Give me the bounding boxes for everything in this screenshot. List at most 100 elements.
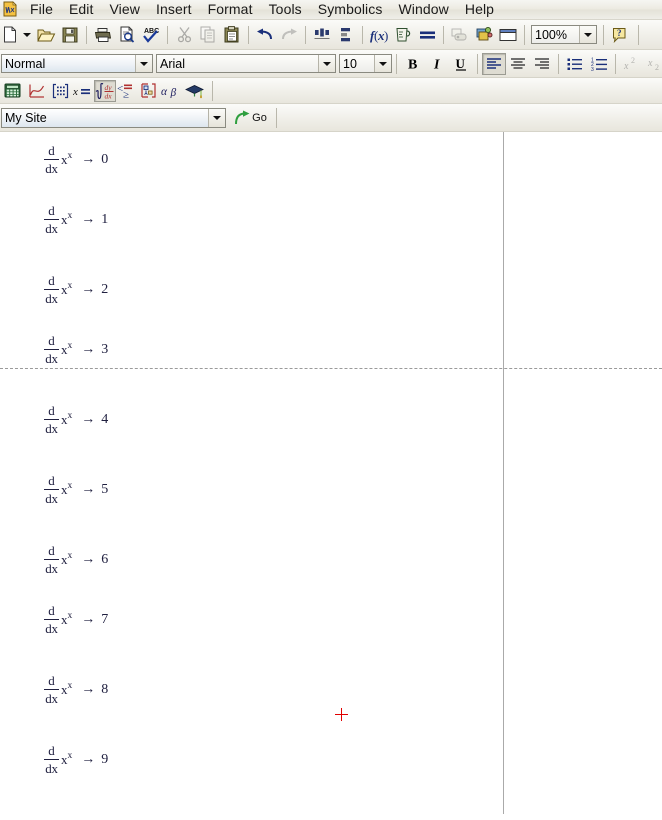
graph-toolbar-button[interactable]	[24, 80, 48, 102]
numbered-list-icon: 1 2 3	[591, 57, 607, 71]
chevron-down-icon[interactable]	[208, 108, 225, 127]
math-region[interactable]: d dx xx → 9	[44, 744, 108, 775]
insert-function-button[interactable]: f ( x )	[367, 24, 391, 46]
redo-button[interactable]	[277, 24, 301, 46]
fraction-bar	[44, 289, 59, 290]
derivative-operator: d dx	[44, 334, 59, 365]
menu-format[interactable]: Format	[200, 0, 261, 19]
power-base: x	[61, 281, 68, 297]
toolbar-separator	[212, 80, 213, 101]
menu-symbolics[interactable]: Symbolics	[310, 0, 391, 19]
power-expression: xx	[61, 411, 72, 428]
insert-unit-button[interactable]	[391, 24, 415, 46]
menu-view[interactable]: View	[102, 0, 149, 19]
worksheet[interactable]: d dx xx → 0 d dx xx → 1 d dx xx → 2 d dx xx → 3 d dx xx → 4 d dx xx…	[0, 132, 662, 814]
menu-insert[interactable]: Insert	[148, 0, 200, 19]
menu-tools[interactable]: Tools	[261, 0, 310, 19]
calculus-toolbar-button[interactable]: dy dx	[94, 79, 116, 102]
site-address-combo[interactable]: My Site	[1, 107, 226, 128]
print-preview-button[interactable]	[115, 24, 139, 46]
align-left-button[interactable]	[482, 52, 506, 75]
paragraph-style-combo[interactable]: Normal	[1, 54, 153, 73]
symbolic-result: 6	[101, 551, 109, 567]
power-base: x	[61, 551, 68, 567]
x-equals-icon: x	[73, 86, 90, 98]
fraction-bar	[44, 159, 59, 160]
matrix-toolbar-button[interactable]	[48, 80, 72, 102]
math-region[interactable]: d dx xx → 3	[44, 334, 108, 365]
underline-button[interactable]: U	[449, 53, 473, 75]
superscript-button[interactable]: x 2	[620, 53, 644, 75]
menu-help[interactable]: Help	[457, 0, 502, 19]
align-down-button[interactable]	[334, 24, 358, 46]
undo-button[interactable]	[253, 24, 277, 46]
zoom-combo[interactable]: 100%	[531, 25, 597, 44]
menu-edit[interactable]: Edit	[61, 0, 102, 19]
math-region[interactable]: d dx xx → 7	[44, 604, 108, 635]
symbolic-toolbar-button[interactable]	[182, 80, 206, 102]
help-button[interactable]: ?	[608, 24, 632, 46]
spell-check-button[interactable]: ABC	[139, 24, 163, 46]
align-right-button[interactable]	[530, 53, 554, 75]
new-file-dropdown[interactable]	[20, 24, 34, 46]
numbered-list-button[interactable]: 1 2 3	[587, 53, 611, 75]
new-file-button[interactable]	[0, 24, 20, 46]
italic-button[interactable]: I	[425, 53, 449, 75]
power-exponent: x	[67, 480, 73, 491]
calculator-toolbar-button[interactable]	[0, 80, 24, 102]
menu-window[interactable]: Window	[390, 0, 456, 19]
evaluation-toolbar-button[interactable]: x	[72, 80, 94, 102]
toolbar-separator	[443, 25, 444, 44]
math-region[interactable]: d dx xx → 4	[44, 404, 108, 435]
bulleted-list-button[interactable]	[563, 53, 587, 75]
derivative-operator: d dx	[44, 674, 59, 705]
font-family-combo[interactable]: Arial	[156, 54, 336, 73]
power-exponent: x	[67, 340, 73, 351]
chevron-down-icon[interactable]	[579, 26, 596, 43]
bold-button[interactable]: B	[401, 53, 425, 75]
fraction-bar	[44, 559, 59, 560]
svg-text:x: x	[73, 86, 78, 98]
math-region[interactable]: d dx xx → 8	[44, 674, 108, 705]
math-region[interactable]: d dx xx → 2	[44, 274, 108, 305]
copy-button[interactable]	[196, 24, 220, 46]
chevron-down-icon[interactable]	[374, 55, 391, 72]
greek-toolbar-button[interactable]: α β	[160, 80, 182, 102]
svg-text:B: B	[408, 58, 417, 72]
subscript-button[interactable]: x 2	[644, 53, 662, 75]
mathcad-document-icon	[1, 1, 19, 18]
save-button[interactable]	[58, 24, 82, 46]
insert-hyperlink-button[interactable]	[448, 24, 472, 46]
insert-area-button[interactable]	[496, 24, 520, 46]
power-expression: xx	[61, 340, 73, 358]
go-button[interactable]: Go	[229, 107, 271, 129]
derivative-denominator: dx	[45, 621, 58, 636]
symbolic-result: 1	[101, 211, 109, 227]
align-left-icon	[487, 57, 501, 69]
math-region[interactable]: d dx xx → 6	[44, 544, 108, 575]
derivative-denominator: dx	[45, 691, 58, 706]
math-region[interactable]: d dx xx → 5	[44, 474, 108, 505]
cut-button[interactable]	[172, 24, 196, 46]
chevron-down-icon[interactable]	[318, 55, 335, 72]
derivative-operator: d dx	[44, 204, 59, 235]
print-button[interactable]	[91, 24, 115, 46]
calculate-button[interactable]	[415, 24, 439, 46]
font-size-combo[interactable]: 10	[339, 54, 392, 73]
menu-file[interactable]: File	[22, 0, 61, 19]
programming-toolbar-button[interactable]	[136, 80, 160, 102]
paste-button[interactable]	[220, 24, 244, 46]
boolean-toolbar-button[interactable]: < ≥	[116, 80, 136, 102]
toolbar-separator	[477, 53, 478, 74]
open-button[interactable]	[34, 24, 58, 46]
math-region[interactable]: d dx xx → 0	[44, 144, 108, 175]
power-exponent: x	[67, 680, 73, 691]
insert-component-button[interactable]	[472, 24, 496, 46]
power-expression: xx	[61, 611, 72, 628]
chevron-down-icon[interactable]	[135, 55, 152, 72]
less-than-equal-icon: < ≥	[117, 83, 132, 99]
align-across-button[interactable]	[310, 24, 334, 46]
greek-alpha-beta-icon: α β	[161, 85, 177, 97]
math-region[interactable]: d dx xx → 1	[44, 204, 108, 235]
align-center-button[interactable]	[506, 53, 530, 75]
